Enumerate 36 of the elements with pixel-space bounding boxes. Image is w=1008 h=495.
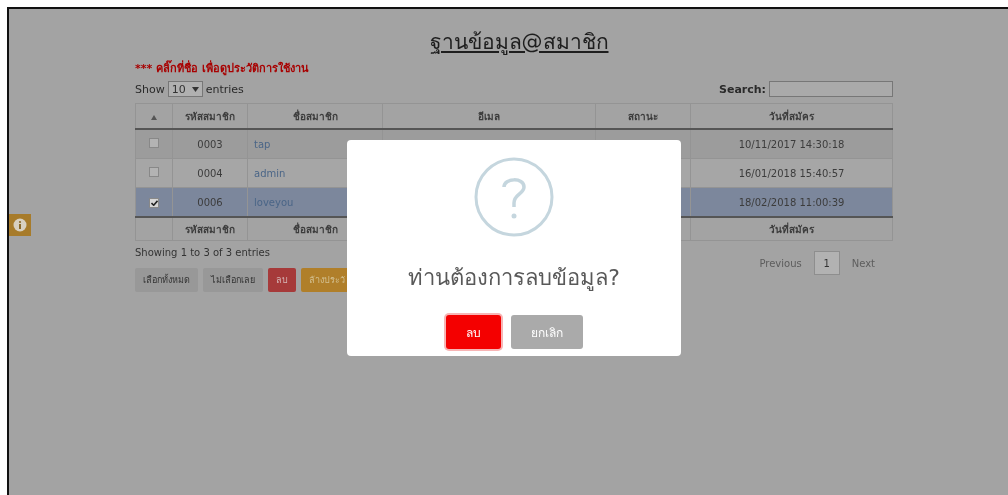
previous-link[interactable]: Previous xyxy=(751,251,810,275)
table-cell: 10/11/2017 14:30:18 xyxy=(738,138,845,150)
next-link[interactable]: Next xyxy=(843,251,883,275)
table-cell: 18/02/2018 11:00:39 xyxy=(738,196,845,208)
member-link[interactable]: admin xyxy=(254,167,286,179)
column-footer: วันที่สมัคร xyxy=(769,223,814,235)
search-field[interactable] xyxy=(769,81,893,97)
row-checkbox[interactable] xyxy=(149,167,159,177)
page-title: ฐานข้อมูล@สมาชิก xyxy=(429,29,609,55)
table-cell: 16/01/2018 15:40:57 xyxy=(738,167,845,179)
cancel-button[interactable]: ยกเลิก xyxy=(510,315,583,349)
action-button[interactable]: ลบ xyxy=(268,268,296,292)
table-cell: 0003 xyxy=(197,138,223,150)
column-footer: ชื่อสมาชิก xyxy=(292,223,338,235)
entries-label: entries xyxy=(205,82,244,96)
show-label: Show xyxy=(135,82,165,96)
action-button[interactable]: ไม่เลือกเลย xyxy=(203,268,263,292)
entries-dropdown[interactable]: 10 xyxy=(167,81,203,97)
row-checkbox[interactable] xyxy=(149,138,159,148)
search-label: Search: xyxy=(719,82,766,96)
row-checkbox[interactable] xyxy=(149,197,159,208)
action-button[interactable]: เลือกทั้งหมด xyxy=(135,268,198,292)
entries-info: Showing 1 to 3 of 3 entries xyxy=(135,247,271,258)
member-link[interactable]: tap xyxy=(254,138,271,150)
confirm-button[interactable]: ลบ xyxy=(445,315,501,349)
dialog-message: ท่านต้องการลบข้อมูล? xyxy=(408,264,620,293)
table-cell: 0006 xyxy=(197,196,223,208)
column-footer: รหัสสมาชิก xyxy=(185,223,235,235)
question-icon xyxy=(473,156,555,238)
info-icon xyxy=(13,218,27,232)
info-button[interactable] xyxy=(9,214,31,236)
hint-text: *** คลิ๊กที่ชื่อ เพื่อดูประวัติการใช้งาน xyxy=(135,59,310,77)
caret-icon xyxy=(191,86,199,92)
table-cell: 0004 xyxy=(197,167,223,179)
sort-icon xyxy=(151,114,157,120)
page-link[interactable]: 1 xyxy=(813,251,840,275)
